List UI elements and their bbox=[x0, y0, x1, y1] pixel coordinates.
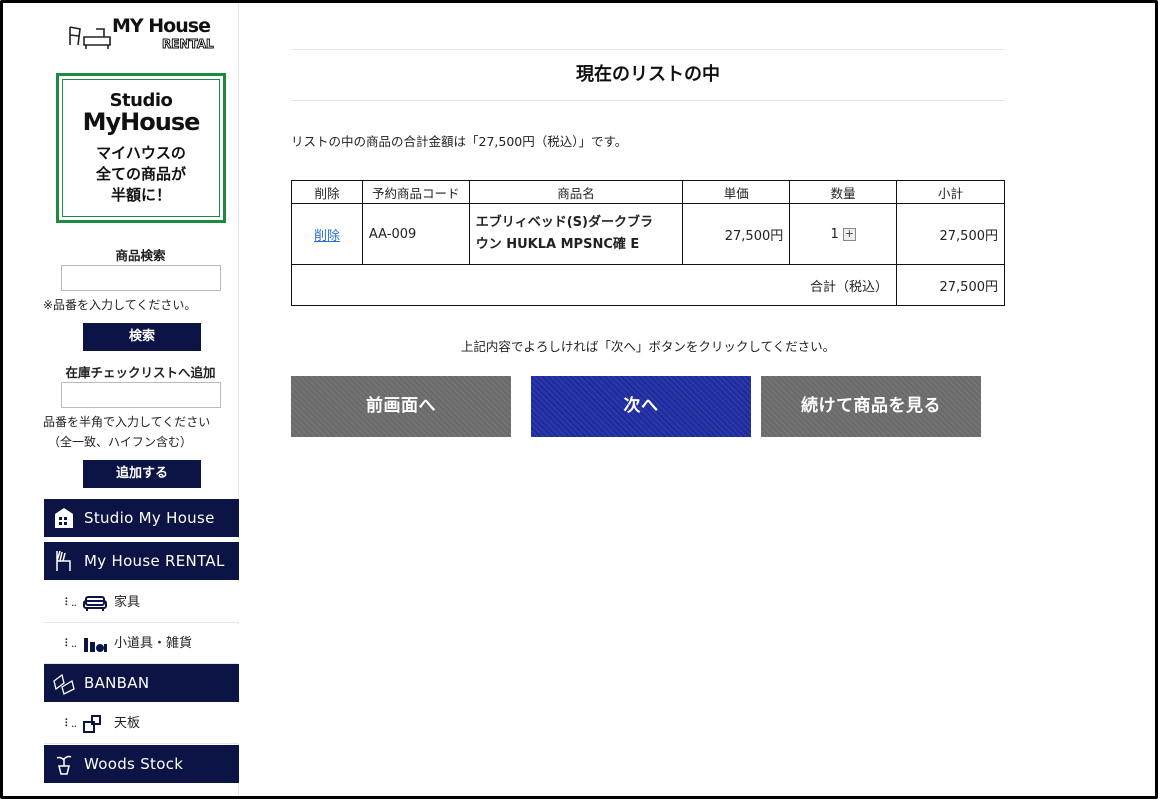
banner-line-2: MyHouse bbox=[82, 108, 201, 136]
category-woods-stock[interactable]: Woods Stock bbox=[44, 745, 239, 783]
search-label: 商品検索 bbox=[115, 248, 166, 263]
unit-price-cell: 27,500円 bbox=[682, 203, 791, 265]
qty-value: 1 bbox=[830, 226, 839, 242]
stock-check-label: 在庫チェックリストへ追加 bbox=[65, 365, 216, 380]
subcategory-label: 天板 bbox=[114, 716, 141, 731]
subtotal-cell: 27,500円 bbox=[896, 203, 1005, 265]
site-logo[interactable]: MY House RENTAL bbox=[66, 13, 216, 59]
total-row: 合計（税込） 27,500円 bbox=[290, 264, 1005, 306]
banner-inner: Studio MyHouse マイハウスの 全ての商品が 半額に！ bbox=[62, 79, 220, 217]
subcategory-label: 小道具・雑貨 bbox=[114, 636, 193, 651]
total-summary: リストの中の商品の合計金額は「27,500円（税込）」です。 bbox=[291, 134, 628, 149]
browser-frame: MY House RENTAL Studio MyHouse マイハウスの 全て… bbox=[0, 0, 1158, 799]
plus-icon[interactable]: + bbox=[842, 227, 856, 241]
category-my-house-rental[interactable]: My House RENTAL bbox=[44, 542, 239, 580]
divider-bottom bbox=[291, 100, 1005, 101]
search-input[interactable] bbox=[61, 265, 221, 291]
props-icon bbox=[84, 638, 107, 652]
tabletop-icon bbox=[83, 715, 101, 733]
banner-line-5: 半額に！ bbox=[110, 186, 171, 204]
product-name-line-1: エブリィベッド(S)ダークブラ bbox=[475, 215, 653, 230]
table-row: 削除 AA-009 エブリィベッド(S)ダークブラ ウン HUKLA MPSNC… bbox=[291, 203, 1005, 265]
subcategory-tabletop[interactable]: ⠇.. 天板 bbox=[44, 704, 239, 744]
total-label: 合計（税込） bbox=[290, 264, 898, 306]
col-header-qty: 数量 bbox=[789, 180, 898, 204]
category-studio-my-house[interactable]: Studio My House bbox=[44, 499, 239, 537]
delete-link[interactable]: 削除 bbox=[314, 229, 340, 244]
chair-icon bbox=[56, 550, 71, 571]
banban-logo-icon bbox=[53, 673, 75, 695]
add-to-checklist-button[interactable]: 追加する bbox=[83, 460, 201, 488]
category-banban[interactable]: BANBAN bbox=[44, 664, 239, 702]
subcategory-furniture[interactable]: ⠇.. 家具 bbox=[44, 583, 239, 623]
stock-check-note-2: （全一致、ハイフン含む） bbox=[48, 435, 193, 449]
building-icon bbox=[55, 508, 73, 528]
confirm-text: 上記内容でよろしければ「次へ」ボタンをクリックしてください。 bbox=[460, 339, 836, 354]
tree-dots-icon: ⠇.. bbox=[64, 637, 77, 650]
tree-dots-icon: ⠇.. bbox=[64, 717, 77, 730]
col-header-delete: 削除 bbox=[291, 180, 363, 204]
product-name-cell: エブリィベッド(S)ダークブラ ウン HUKLA MPSNC確 E bbox=[468, 203, 684, 265]
back-button[interactable]: 前画面へ bbox=[291, 376, 511, 437]
banner-line-4: 全ての商品が bbox=[95, 165, 186, 183]
col-header-unit-price: 単価 bbox=[682, 180, 791, 204]
logo-title: MY House bbox=[112, 15, 211, 37]
subcategory-props[interactable]: ⠇.. 小道具・雑貨 bbox=[44, 624, 239, 664]
continue-shopping-button[interactable]: 続けて商品を見る bbox=[761, 376, 981, 437]
category-label: Woods Stock bbox=[84, 755, 184, 773]
col-header-name: 商品名 bbox=[468, 180, 684, 204]
sofa-icon bbox=[83, 596, 107, 611]
plant-icon bbox=[56, 755, 72, 775]
category-label: BANBAN bbox=[84, 674, 150, 692]
stock-check-note-1: 品番を半角で入力してください bbox=[43, 415, 211, 429]
stock-check-input[interactable] bbox=[61, 382, 221, 408]
code-cell: AA-009 bbox=[361, 203, 470, 265]
sidebar: MY House RENTAL Studio MyHouse マイハウスの 全て… bbox=[42, 3, 239, 796]
col-header-subtotal: 小計 bbox=[896, 180, 1005, 204]
subcategory-label: 家具 bbox=[114, 595, 141, 610]
page-title: 現在のリストの中 bbox=[576, 64, 720, 85]
main-content: 現在のリストの中 リストの中の商品の合計金額は「27,500円（税込）」です。 … bbox=[290, 49, 1005, 437]
banner-line-3: マイハウスの bbox=[96, 144, 186, 162]
product-name-line-2: ウン HUKLA MPSNC確 E bbox=[475, 237, 640, 252]
furniture-logo-icon bbox=[69, 26, 111, 49]
col-header-code: 予約商品コード bbox=[361, 180, 470, 204]
tree-dots-icon: ⠇.. bbox=[64, 596, 77, 609]
table-header-row: 削除 予約商品コード 商品名 単価 数量 小計 bbox=[291, 180, 1005, 204]
category-label: My House RENTAL bbox=[84, 552, 225, 570]
qty-cell: 1 + bbox=[789, 203, 898, 265]
logo-subtitle: RENTAL bbox=[162, 37, 215, 52]
cart-table: 削除 予約商品コード 商品名 単価 数量 小計 削除 AA-009 エブリィベッ… bbox=[290, 180, 1005, 306]
category-label: Studio My House bbox=[84, 509, 215, 527]
search-button[interactable]: 検索 bbox=[83, 323, 201, 351]
studio-myhouse-banner[interactable]: Studio MyHouse マイハウスの 全ての商品が 半額に！ bbox=[56, 73, 226, 223]
delete-cell: 削除 bbox=[291, 203, 363, 265]
next-button[interactable]: 次へ bbox=[531, 376, 751, 437]
search-note: ※品番を入力してください。 bbox=[43, 298, 197, 312]
total-value: 27,500円 bbox=[896, 264, 1005, 306]
